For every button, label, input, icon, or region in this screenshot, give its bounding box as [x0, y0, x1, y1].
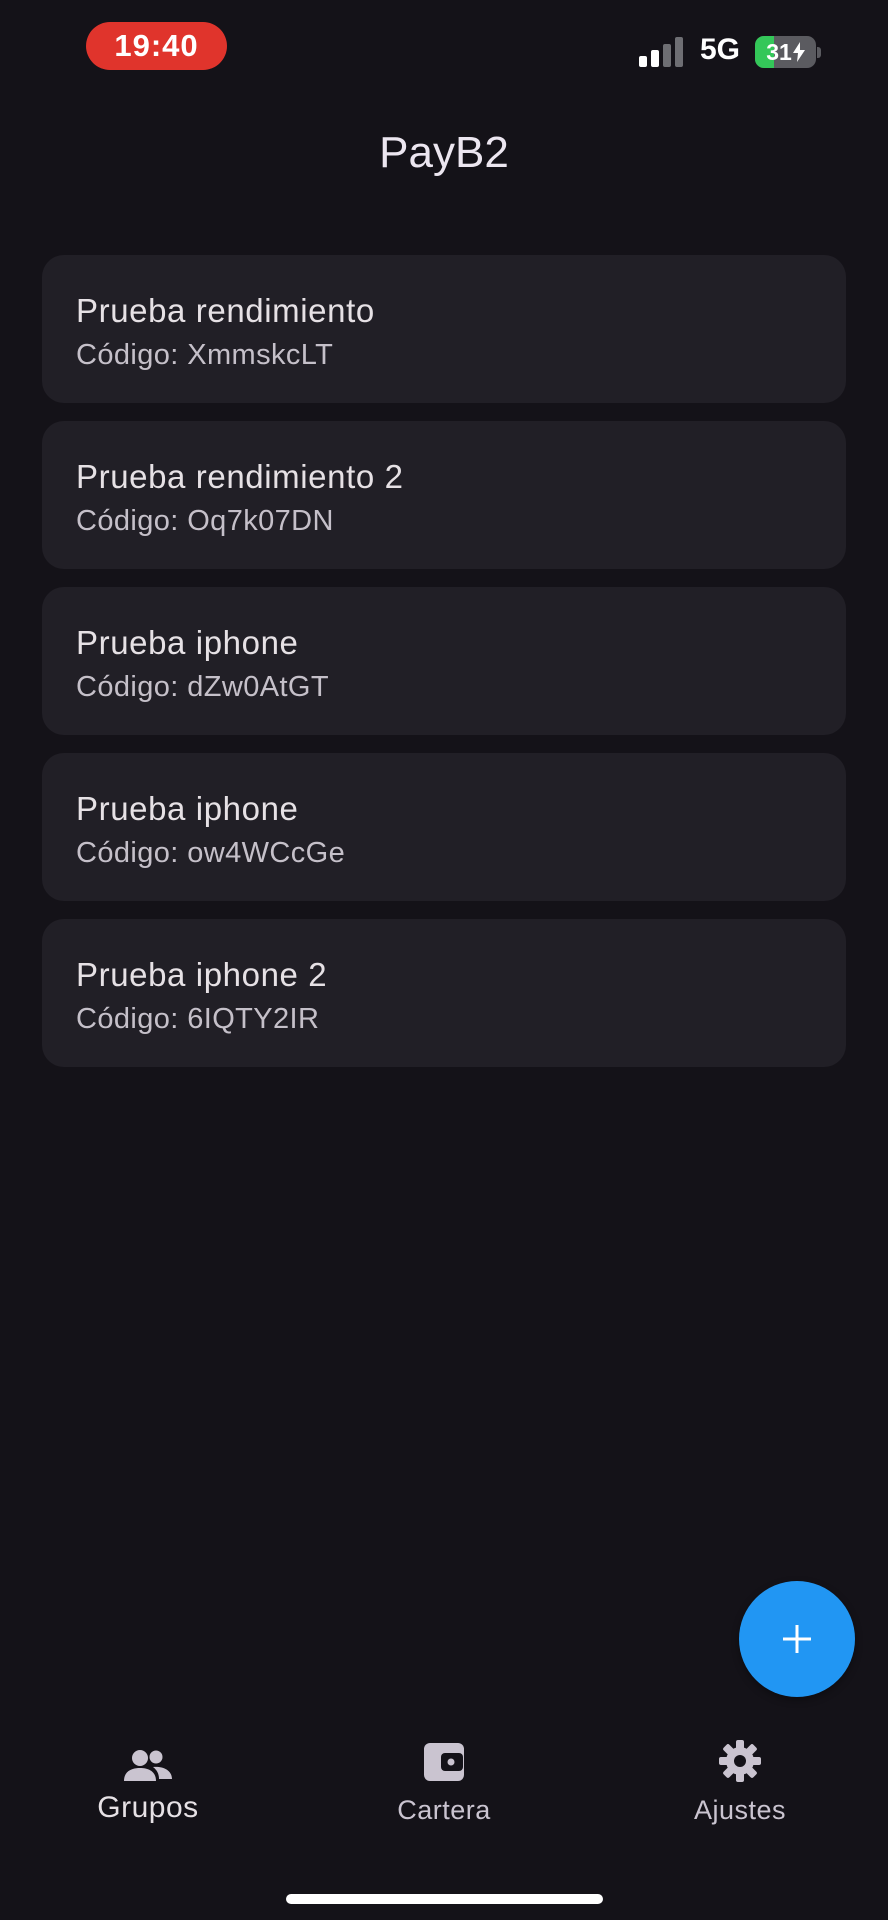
group-card[interactable]: Prueba iphone 2 Código: 6IQTY2IR: [42, 919, 846, 1067]
home-indicator[interactable]: [286, 1894, 603, 1904]
nav-label-ajustes: Ajustes: [693, 1795, 787, 1825]
group-code: Código: 6IQTY2IR: [76, 1003, 320, 1035]
add-group-button[interactable]: [739, 1581, 855, 1697]
group-name: Prueba rendimiento 2: [76, 458, 404, 495]
group-code: Código: Oq7k07DN: [76, 505, 334, 537]
bottom-navigation: Grupos Cartera Ajustes: [0, 1735, 888, 1855]
group-name: Prueba iphone 2: [76, 956, 328, 993]
wallet-icon: [424, 1743, 464, 1781]
plus-icon: [783, 1625, 811, 1653]
group-card[interactable]: Prueba rendimiento 2 Código: Oq7k07DN: [42, 421, 846, 569]
battery-percentage: 31: [766, 38, 792, 65]
group-code: Código: XmmskcLT: [76, 339, 334, 371]
status-bar: 19:40 5G 31: [0, 0, 888, 100]
gear-icon: [719, 1740, 761, 1782]
nav-item-cartera[interactable]: Cartera: [344, 1735, 544, 1826]
group-card[interactable]: Prueba iphone Código: dZw0AtGT: [42, 587, 846, 735]
cellular-signal-icon: [639, 37, 683, 67]
battery-icon: 31: [755, 36, 816, 68]
group-icon: [124, 1750, 172, 1781]
group-list: Prueba rendimiento Código: XmmskcLT Prue…: [42, 255, 846, 1085]
network-type: 5G: [700, 33, 741, 66]
group-name: Prueba rendimiento: [76, 292, 375, 329]
group-code: Código: dZw0AtGT: [76, 671, 329, 703]
group-code: Código: ow4WCcGe: [76, 837, 346, 869]
group-card[interactable]: Prueba iphone Código: ow4WCcGe: [42, 753, 846, 901]
battery-cap: [817, 47, 821, 58]
charging-bolt-icon: [792, 42, 805, 62]
nav-label-cartera: Cartera: [397, 1795, 491, 1825]
nav-item-grupos[interactable]: Grupos: [48, 1735, 248, 1825]
group-name: Prueba iphone: [76, 624, 299, 661]
group-card[interactable]: Prueba rendimiento Código: XmmskcLT: [42, 255, 846, 403]
group-name: Prueba iphone: [76, 790, 299, 827]
app-title: PayB2: [379, 128, 509, 177]
nav-label-grupos: Grupos: [97, 1791, 199, 1824]
nav-item-ajustes[interactable]: Ajustes: [640, 1735, 840, 1826]
status-time: 19:40: [86, 22, 227, 70]
